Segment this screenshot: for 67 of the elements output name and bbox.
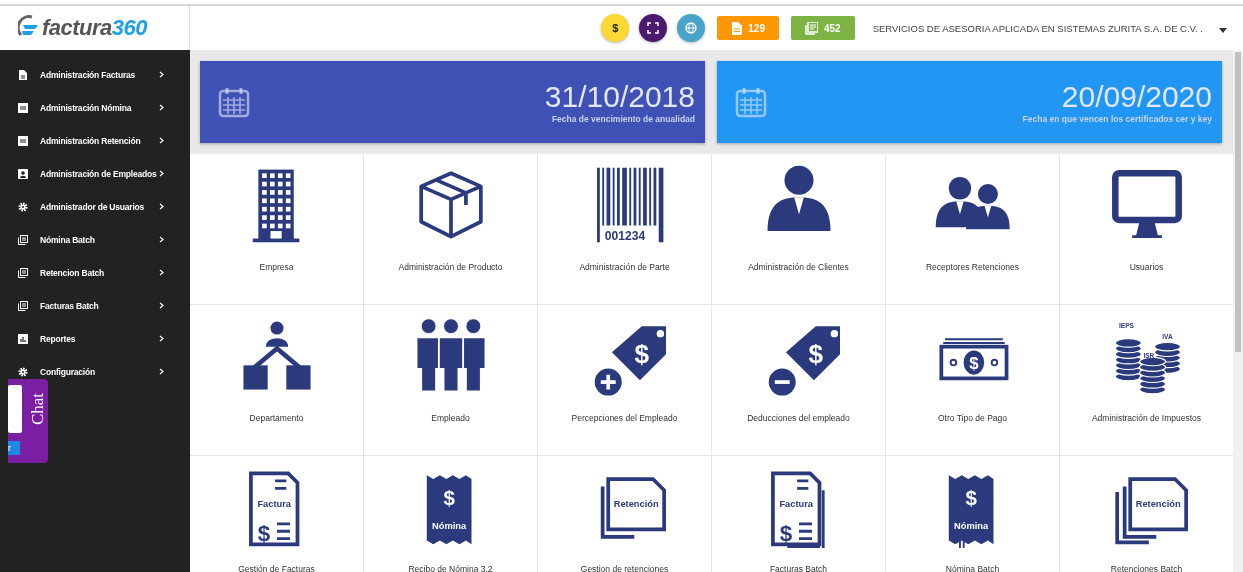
- module-tile[interactable]: Administración de Clientes: [712, 154, 885, 304]
- company-name[interactable]: SERVICIOS DE ASESORIA APLICADA EN SISTEMAS ZURITA S.A. DE C.V. .: [872, 22, 1203, 34]
- chevron-icon: [159, 137, 164, 144]
- chevron-icon: [159, 170, 164, 177]
- sidebar-item[interactable]: Facturas Batch: [0, 289, 190, 322]
- module-tile[interactable]: Empleado: [364, 305, 537, 455]
- sidebar-item[interactable]: Administración Retención: [0, 124, 190, 157]
- module-tile[interactable]: $ Percepciones del Empleado: [538, 305, 711, 455]
- module-tile[interactable]: Factura $ Facturas Batch: [712, 456, 885, 572]
- module-tile[interactable]: Empresa: [190, 154, 363, 304]
- chevron-icon: [159, 302, 164, 309]
- calendar-icon: [218, 86, 250, 118]
- module-tile[interactable]: 001234 Administración de Parte: [538, 154, 711, 304]
- calendar-icon: [735, 86, 767, 118]
- expand-icon: [647, 22, 660, 34]
- date-value: 20/09/2020: [1061, 80, 1212, 114]
- currency-button[interactable]: $: [601, 14, 630, 42]
- sidebar-item[interactable]: Administración de Empleados: [0, 157, 190, 190]
- module-tile[interactable]: $ Nómina Recibo de Nómina 3.2: [364, 456, 537, 572]
- caret-icon: [1219, 28, 1227, 33]
- sidebar-item[interactable]: Nómina Batch: [0, 223, 190, 256]
- module-tile[interactable]: Departamento: [190, 305, 363, 455]
- language-button[interactable]: [677, 14, 706, 42]
- sidebar-item[interactable]: Administración Facturas: [0, 58, 190, 91]
- stack-icon: [18, 300, 28, 311]
- module-tile[interactable]: $ Deducciones del empleado: [712, 305, 885, 455]
- chevron-icon: [159, 335, 164, 342]
- gear-icon: [18, 201, 28, 212]
- stack-icon: [18, 234, 28, 245]
- module-tile[interactable]: Factura $ Gestión de Facturas: [190, 456, 363, 572]
- date-caption: Fecha en que vencen los certificados cer y key: [1022, 114, 1212, 124]
- chat-button[interactable]: r: [8, 441, 20, 455]
- chevron-icon: [159, 269, 164, 276]
- chart-icon: [18, 333, 28, 344]
- date-value: 31/10/2018: [544, 80, 695, 114]
- sidebar-item[interactable]: Administración Nómina: [0, 91, 190, 124]
- stack-icon: [805, 21, 818, 35]
- document-icon: [731, 21, 743, 35]
- module-tile[interactable]: Retención Gestion de retenciones: [538, 456, 711, 572]
- module-tile[interactable]: $ Otro Tipo de Pago: [886, 305, 1059, 455]
- date-caption: Fecha de vencimiento de anualidad: [551, 114, 695, 124]
- logo-text: factura360: [42, 15, 148, 41]
- chat-tab[interactable]: Chat r: [8, 379, 48, 463]
- id-badge-icon: [18, 168, 28, 179]
- stack-icon: [18, 267, 28, 278]
- module-tile[interactable]: Administración de Producto: [364, 154, 537, 304]
- chevron-icon: [159, 104, 164, 111]
- document-icon: [18, 135, 28, 146]
- chevron-icon: [159, 368, 164, 375]
- document-icon: [18, 102, 28, 113]
- globe-icon: [685, 22, 698, 34]
- module-tile[interactable]: $ Nómina Nómina Batch: [886, 456, 1059, 572]
- module-tile[interactable]: Usuarios: [1060, 154, 1233, 304]
- fullscreen-button[interactable]: [639, 14, 668, 42]
- scrollbar[interactable]: [1233, 50, 1243, 572]
- gear-icon: [18, 366, 28, 377]
- sidebar-item[interactable]: Retencion Batch: [0, 256, 190, 289]
- module-tile[interactable]: Receptores Retenciones: [886, 154, 1059, 304]
- chevron-icon: [159, 71, 164, 78]
- sidebar-item[interactable]: Reportes: [0, 322, 190, 355]
- sidebar-item[interactable]: Administrador de Usuarios: [0, 190, 190, 223]
- module-tile[interactable]: Retención Retenciones Batch: [1060, 456, 1233, 572]
- chevron-icon: [159, 236, 164, 243]
- chevron-icon: [159, 203, 164, 210]
- file-icon: [18, 69, 28, 80]
- chat-panel: [8, 385, 22, 433]
- chat-label: Chat: [28, 391, 48, 428]
